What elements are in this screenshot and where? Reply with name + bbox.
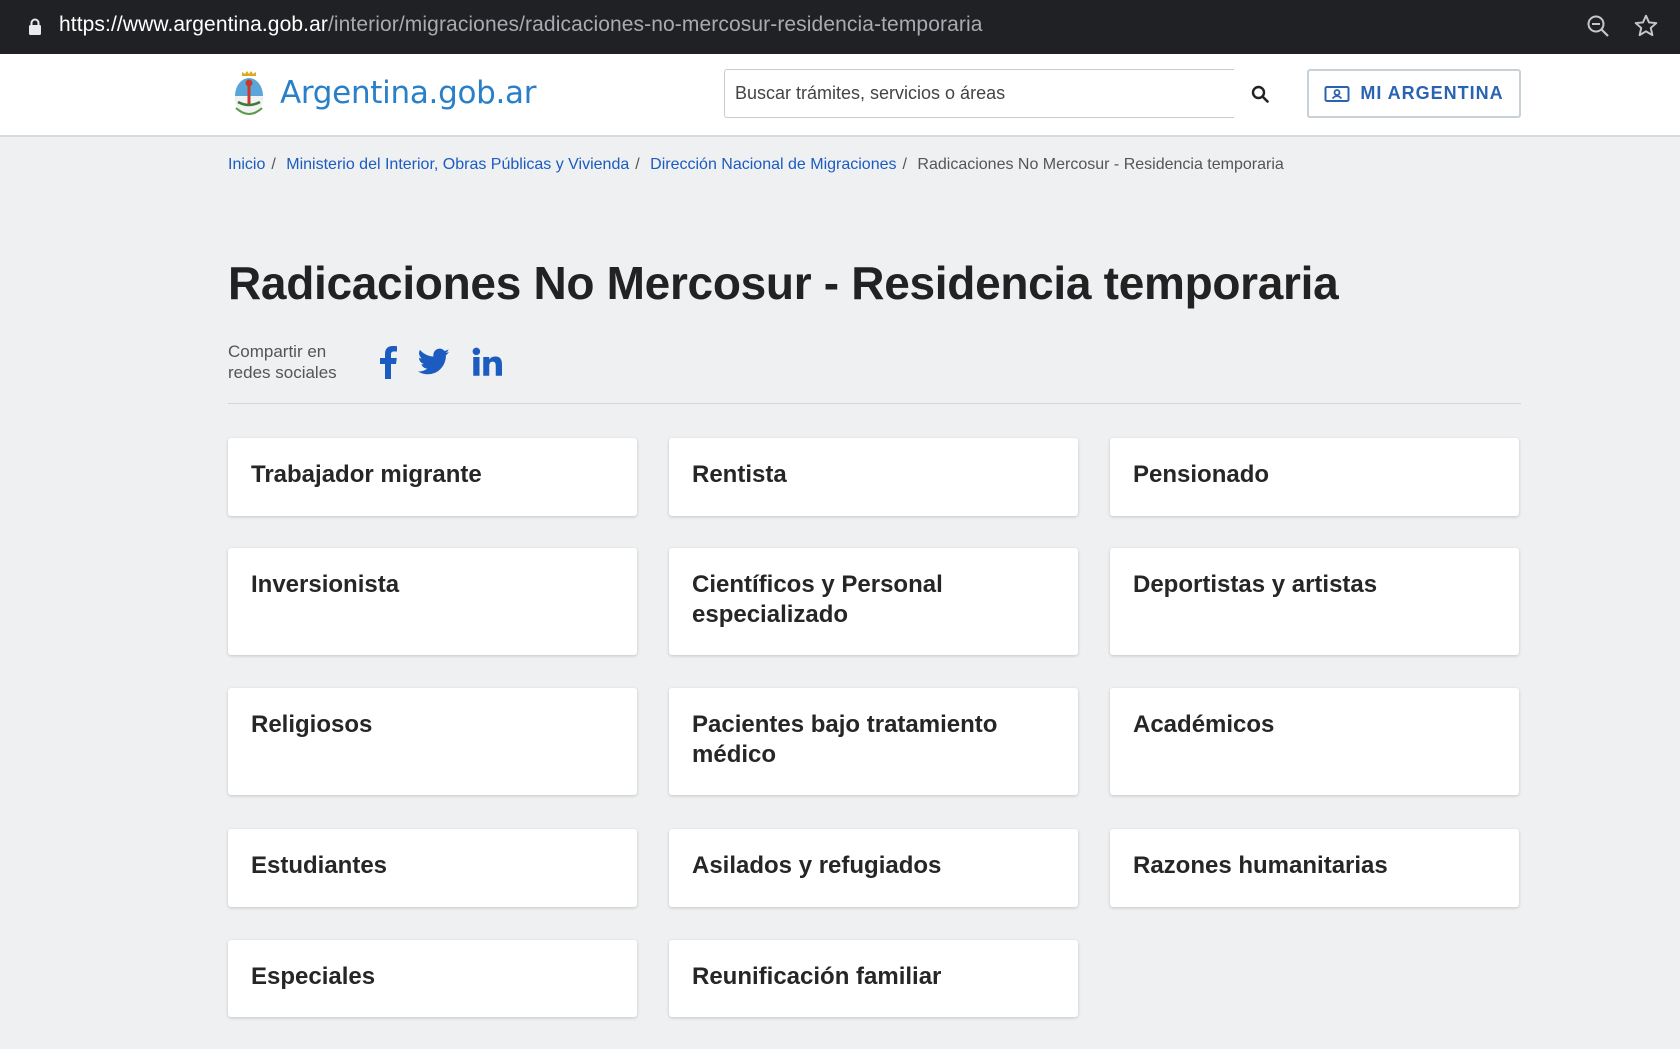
facebook-share-button[interactable] xyxy=(378,345,398,379)
card-label: Rentista xyxy=(692,461,787,488)
linkedin-icon xyxy=(472,347,502,376)
card-label: Estudiantes xyxy=(251,852,388,879)
browser-address-bar[interactable]: https://www.argentina.gob.ar/interior/mi… xyxy=(0,0,1680,54)
coat-of-arms-logo xyxy=(235,71,263,115)
card-label: Científicos y Personal especializado xyxy=(692,571,943,628)
twitter-icon xyxy=(418,348,450,375)
share-label: Compartir en redes sociales xyxy=(228,341,358,383)
card-pensionado[interactable]: Pensionado xyxy=(1110,438,1519,516)
share-label-line2: redes sociales xyxy=(228,363,337,382)
linkedin-share-button[interactable] xyxy=(472,347,502,377)
id-card-icon xyxy=(1324,85,1350,102)
card-label: Reunificación familiar xyxy=(692,963,942,990)
mi-argentina-label: MI ARGENTINA xyxy=(1360,83,1504,103)
card-academicos[interactable]: Académicos xyxy=(1110,688,1519,795)
card-label: Trabajador migrante xyxy=(251,461,482,488)
search-button[interactable] xyxy=(1234,69,1286,118)
card-trabajador-migrante[interactable]: Trabajador migrante xyxy=(228,438,637,516)
card-inversionista[interactable]: Inversionista xyxy=(228,548,637,655)
breadcrumb-item-migraciones[interactable]: Dirección Nacional de Migraciones xyxy=(650,156,896,173)
url-host: https://www.argentina.gob.ar xyxy=(59,13,328,36)
breadcrumb: Inicio / Ministerio del Interior, Obras P… xyxy=(228,156,1284,174)
lock-icon xyxy=(29,18,41,35)
breadcrumb-item-ministerio[interactable]: Ministerio del Interior, Obras Públicas … xyxy=(286,156,629,173)
share-label-line1: Compartir en xyxy=(228,342,327,361)
social-share: Compartir en redes sociales xyxy=(228,341,502,383)
card-razones-humanitarias[interactable]: Razones humanitarias xyxy=(1110,829,1519,907)
section-divider xyxy=(228,403,1521,404)
card-label: Especiales xyxy=(251,963,376,990)
card-label: Asilados y refugiados xyxy=(692,852,942,879)
card-rentista[interactable]: Rentista xyxy=(669,438,1078,516)
card-label: Razones humanitarias xyxy=(1133,852,1388,879)
url-text[interactable]: https://www.argentina.gob.ar/interior/mi… xyxy=(59,13,983,37)
card-pacientes[interactable]: Pacientes bajo tratamiento médico xyxy=(669,688,1078,795)
breadcrumb-separator: / xyxy=(271,156,276,173)
card-label: Deportistas y artistas xyxy=(1133,571,1378,598)
page-title: Radicaciones No Mercosur - Residencia te… xyxy=(228,257,1339,309)
site-header: Argentina.gob.ar MI ARGENTINA xyxy=(0,54,1680,137)
card-religiosos[interactable]: Religiosos xyxy=(228,688,637,795)
card-especiales[interactable]: Especiales xyxy=(228,940,637,1017)
card-cientificos[interactable]: Científicos y Personal especializado xyxy=(669,548,1078,655)
breadcrumb-item-inicio[interactable]: Inicio xyxy=(228,156,265,173)
breadcrumb-current: Radicaciones No Mercosur - Residencia te… xyxy=(917,156,1284,173)
facebook-icon xyxy=(380,346,397,379)
card-estudiantes[interactable]: Estudiantes xyxy=(228,829,637,907)
mi-argentina-button[interactable]: MI ARGENTINA xyxy=(1307,69,1521,118)
zoom-out-icon[interactable] xyxy=(1586,14,1610,38)
card-asilados[interactable]: Asilados y refugiados xyxy=(669,829,1078,907)
card-label: Pensionado xyxy=(1133,461,1270,488)
breadcrumb-separator: / xyxy=(635,156,640,173)
card-reunificacion-familiar[interactable]: Reunificación familiar xyxy=(669,940,1078,1017)
card-label: Inversionista xyxy=(251,571,400,598)
url-path: /interior/migraciones/radicaciones-no-me… xyxy=(327,13,983,36)
search-input[interactable] xyxy=(725,70,1234,117)
card-label: Pacientes bajo tratamiento médico xyxy=(692,711,998,768)
search-box xyxy=(724,69,1234,118)
twitter-share-button[interactable] xyxy=(418,348,450,376)
site-logo[interactable]: Argentina.gob.ar xyxy=(230,68,536,118)
card-label: Religiosos xyxy=(251,711,373,738)
brand-name: Argentina.gob.ar xyxy=(280,75,537,111)
bookmark-star-icon[interactable] xyxy=(1633,13,1659,39)
card-label: Académicos xyxy=(1133,711,1275,738)
card-deportistas[interactable]: Deportistas y artistas xyxy=(1110,548,1519,655)
breadcrumb-separator: / xyxy=(902,156,907,173)
search-icon xyxy=(1251,85,1269,103)
